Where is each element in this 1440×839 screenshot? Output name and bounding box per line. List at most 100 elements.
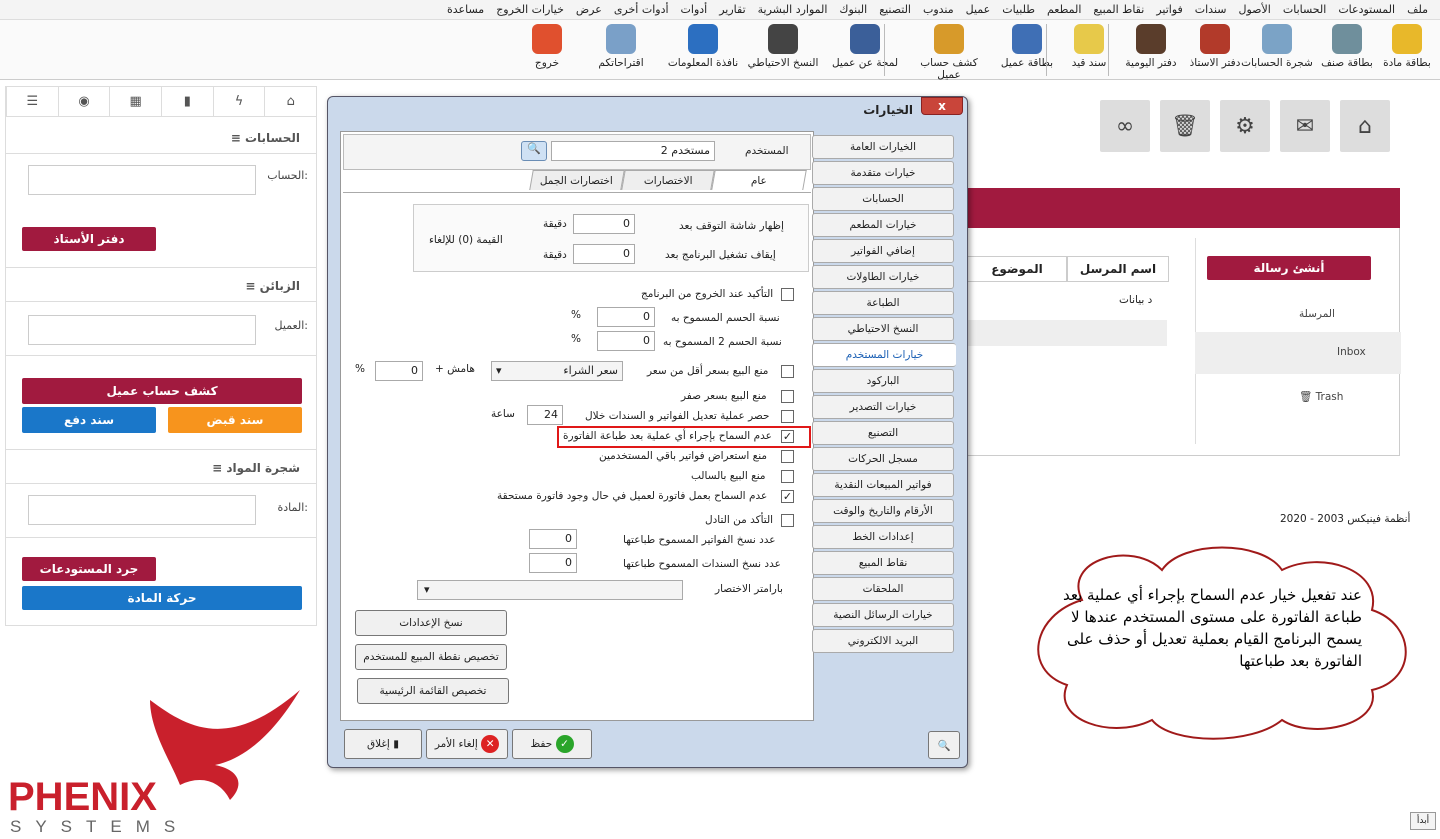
- customer-statement-button[interactable]: كشف حساب عميل: [22, 378, 302, 404]
- menu-item[interactable]: طلبيات: [1002, 3, 1035, 16]
- inventory-button[interactable]: جرد المستودعات: [22, 557, 156, 581]
- cancel-button[interactable]: إلغاء الأمر ✕: [426, 729, 508, 759]
- menu-item[interactable]: التصنيع: [879, 3, 911, 16]
- menu-item[interactable]: فواتير: [1156, 3, 1182, 16]
- no-negative-checkbox[interactable]: [781, 470, 794, 483]
- options-category[interactable]: نقاط المبيع: [812, 551, 954, 575]
- account-input[interactable]: [28, 165, 256, 195]
- options-category[interactable]: الحسابات: [812, 187, 954, 211]
- discount1-input[interactable]: 0: [597, 307, 655, 327]
- options-category[interactable]: البريد الالكتروني: [812, 629, 954, 653]
- invoice-copies-input[interactable]: 0: [529, 529, 577, 549]
- menu-item[interactable]: تقارير: [719, 3, 745, 16]
- price-select[interactable]: سعر الشراء ▾: [491, 361, 623, 381]
- tab-shortcuts[interactable]: الاختصارات: [621, 170, 715, 190]
- options-category[interactable]: خيارات التصدير: [812, 395, 954, 419]
- options-category[interactable]: التصنيع: [812, 421, 954, 445]
- menu-item[interactable]: أدوات: [681, 3, 708, 16]
- options-category[interactable]: الخيارات العامة: [812, 135, 954, 159]
- menu-item[interactable]: مندوب: [923, 3, 954, 16]
- discount2-input[interactable]: 0: [597, 331, 655, 351]
- col-sender[interactable]: اسم المرسل: [1067, 256, 1169, 282]
- options-category[interactable]: الباركود: [812, 369, 954, 393]
- toolbar-button[interactable]: نافذة المعلومات: [666, 24, 740, 69]
- menu-item[interactable]: عرض: [576, 3, 602, 16]
- confirm-trade-checkbox[interactable]: [781, 514, 794, 527]
- menu-item[interactable]: مساعدة: [447, 3, 484, 16]
- menu-item[interactable]: عميل: [966, 3, 991, 16]
- options-category[interactable]: خيارات الطاولات: [812, 265, 954, 289]
- menu-item[interactable]: الأصول: [1239, 3, 1271, 16]
- menu-item[interactable]: ملف: [1407, 3, 1428, 16]
- options-category[interactable]: خيارات المطعم: [812, 213, 954, 237]
- receipt-voucher-button[interactable]: سند قبض: [168, 407, 302, 433]
- no-invoice-due-checkbox[interactable]: ✓: [781, 490, 794, 503]
- menu-item[interactable]: أدوات أخرى: [614, 3, 669, 16]
- options-category[interactable]: خيارات المستخدم: [812, 343, 956, 367]
- options-category[interactable]: الطباعة: [812, 291, 954, 315]
- link-icon[interactable]: ∞: [1100, 100, 1150, 152]
- voucher-copies-input[interactable]: 0: [529, 553, 577, 573]
- toolbar-button[interactable]: اقتراحاتكم: [584, 24, 658, 69]
- toolbar-button[interactable]: بطاقة صنف: [1310, 24, 1384, 69]
- shortcut-select[interactable]: ▾: [417, 580, 683, 600]
- home-icon[interactable]: ⌂: [264, 87, 316, 116]
- gears-icon[interactable]: ⚙: [1220, 100, 1270, 152]
- col-subject[interactable]: الموضوع: [967, 256, 1067, 282]
- user-field[interactable]: مستخدم 2: [551, 141, 715, 161]
- no-view-others-checkbox[interactable]: [781, 450, 794, 463]
- tab-general[interactable]: عام: [711, 170, 807, 190]
- menu-item[interactable]: الحسابات: [1283, 3, 1326, 16]
- trash-icon[interactable]: 🗑: [1160, 100, 1210, 152]
- save-button[interactable]: حفظ ✓: [512, 729, 592, 759]
- pos-assign-button[interactable]: تخصيص نقطة المبيع للمستخدم: [355, 644, 507, 670]
- rss-icon[interactable]: ◉: [57, 87, 110, 116]
- folder-sent[interactable]: المرسلة: [1299, 308, 1335, 320]
- menu-item[interactable]: سندات: [1195, 3, 1227, 16]
- material-input[interactable]: [28, 495, 256, 525]
- menu-item[interactable]: خيارات الخروج: [496, 3, 564, 16]
- options-category[interactable]: النسخ الاحتياطي: [812, 317, 954, 341]
- idle-stop-input[interactable]: 0: [573, 244, 635, 264]
- toolbar-button[interactable]: خروج: [510, 24, 584, 69]
- menu-item[interactable]: المستودعات: [1338, 3, 1395, 16]
- compose-button[interactable]: أنشئ رسالة: [1207, 256, 1371, 280]
- corner-button[interactable]: أبدأ: [1410, 812, 1436, 830]
- limit-hours-input[interactable]: 24: [527, 405, 563, 425]
- toolbar-button[interactable]: كشف حساب عميل: [912, 24, 986, 81]
- options-category[interactable]: مسجل الحركات: [812, 447, 954, 471]
- limit-edit-checkbox[interactable]: [781, 410, 794, 423]
- options-category[interactable]: خيارات متقدمة: [812, 161, 954, 185]
- main-menu-assign-button[interactable]: تخصيص القائمة الرئيسية: [357, 678, 509, 704]
- idle-show-input[interactable]: 0: [573, 214, 635, 234]
- options-category[interactable]: فواتير المبيعات النقدية: [812, 473, 954, 497]
- home-icon[interactable]: ⌂: [1340, 100, 1390, 152]
- customer-input[interactable]: [28, 315, 256, 345]
- zoom-icon[interactable]: 🔍: [928, 731, 960, 759]
- options-category[interactable]: إعدادات الخط: [812, 525, 954, 549]
- bookmark-icon[interactable]: ▮: [161, 87, 213, 116]
- options-category[interactable]: الأرقام والتاريخ والوقت: [812, 499, 954, 523]
- envelope-icon[interactable]: ✉: [1280, 100, 1330, 152]
- bolt-icon[interactable]: ϟ: [212, 87, 265, 116]
- calendar-icon[interactable]: ▦: [109, 87, 161, 116]
- menu-item[interactable]: البنوك: [839, 3, 867, 16]
- folder-inbox-row[interactable]: Inbox: [1195, 332, 1401, 374]
- ledger-button[interactable]: دفتر الأستاذ: [22, 227, 156, 251]
- menu-item[interactable]: نقاط المبيع: [1093, 3, 1144, 16]
- toolbar-button[interactable]: بطاقة عميل: [990, 24, 1064, 69]
- list-icon[interactable]: ☰: [6, 87, 58, 116]
- toolbar-button[interactable]: دفتر الاستاذ: [1178, 24, 1252, 69]
- options-category[interactable]: خيارات الرسائل النصية: [812, 603, 954, 627]
- options-category[interactable]: الملحقات: [812, 577, 954, 601]
- copy-settings-button[interactable]: نسخ الإعدادات: [355, 610, 507, 636]
- prevent-below-checkbox[interactable]: [781, 365, 794, 378]
- menu-item[interactable]: المطعم: [1047, 3, 1081, 16]
- menu-item[interactable]: الموارد البشرية: [758, 3, 828, 16]
- close-icon[interactable]: x: [921, 97, 963, 115]
- material-movement-button[interactable]: حركة المادة: [22, 586, 302, 610]
- toolbar-button[interactable]: النسخ الاحتياطي: [746, 24, 820, 69]
- folder-trash[interactable]: 🗑 Trash: [1299, 390, 1343, 403]
- toolbar-button[interactable]: لمحة عن عميل: [828, 24, 902, 69]
- no-after-print-checkbox[interactable]: ✓: [781, 430, 794, 443]
